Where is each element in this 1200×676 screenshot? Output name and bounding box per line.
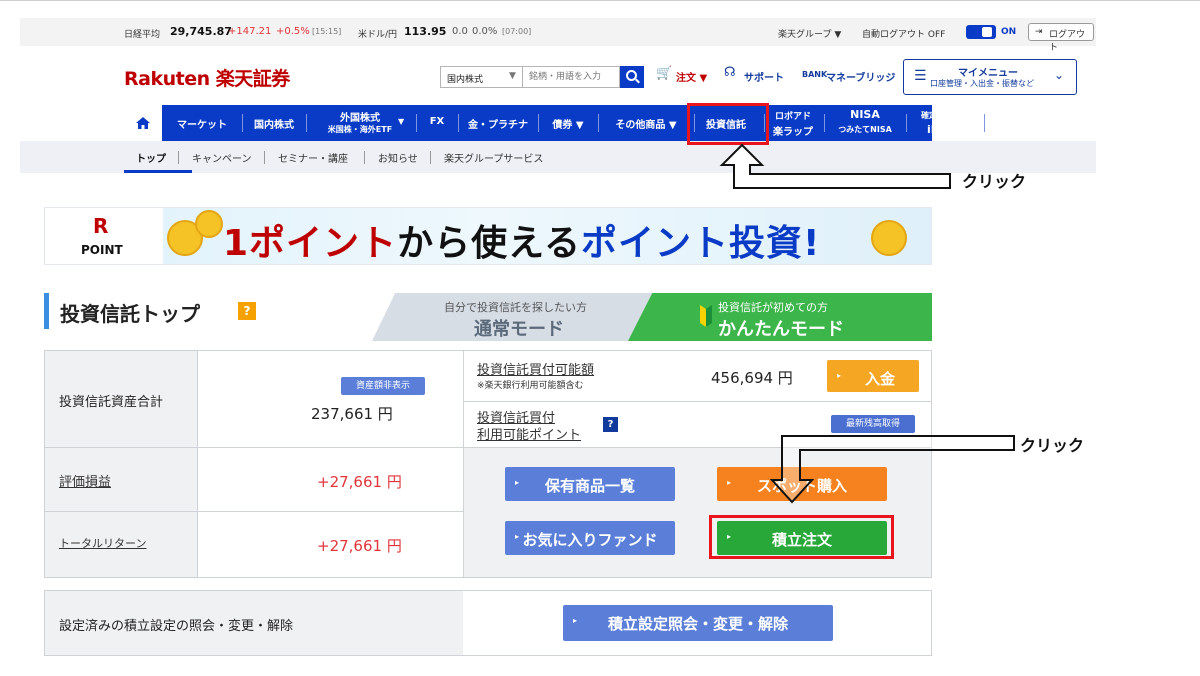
nav-gold-platinum[interactable]: 金・プラチナ xyxy=(462,105,534,141)
asset-total-label: 投資信託資産合計 xyxy=(59,395,164,410)
support-icon: ☊ xyxy=(724,65,736,80)
nav-market[interactable]: マーケット xyxy=(166,105,238,141)
nav-ideco[interactable]: 確定拠出年金 iDeCo xyxy=(908,105,982,141)
normal-mode-tab[interactable]: 自分で投資信託を探したい方 通常モード xyxy=(372,293,662,341)
tsumitate-settings-button[interactable]: ▸ 積立設定照会・変更・解除 xyxy=(563,605,833,641)
global-navigation: マーケット 国内株式 外国株式 米国株・海外ETF ▼ FX 金・プラチナ 債券… xyxy=(124,105,985,141)
chevron-down-icon: ▼ xyxy=(398,117,405,126)
page-title: 投資信託トップ xyxy=(60,302,200,326)
nav-fx[interactable]: FX xyxy=(420,105,454,141)
refresh-balance-button[interactable]: 最新残高取得 xyxy=(831,415,915,433)
usdjpy-time: [07:00] xyxy=(502,27,532,36)
rakuten-logo[interactable]: Rakuten 楽天証券 xyxy=(124,64,290,91)
nikkei-change: +147.21 xyxy=(228,26,272,37)
easy-mode-tab[interactable]: 投資信託が初めての方 かんたんモード xyxy=(628,293,932,341)
unrealized-pl-link[interactable]: 評価損益 xyxy=(59,471,111,490)
my-menu-subtitle: 口座管理・入出金・振替など xyxy=(930,79,1034,88)
beginner-leaf-icon xyxy=(700,305,712,327)
nav-bonds[interactable]: 債券 ▼ xyxy=(542,105,594,141)
total-return-value: +27,661 円 xyxy=(317,537,402,555)
title-accent-bar xyxy=(44,293,49,329)
market-ticker-bar: 日経平均 29,745.87 +147.21 +0.5% [15:15] 米ドル… xyxy=(20,18,1096,53)
logout-icon: ⇥ xyxy=(1035,27,1043,37)
my-menu-button[interactable]: ☰ マイメニュー 口座管理・入出金・振替など ⌄ xyxy=(903,59,1077,95)
logout-button[interactable]: ⇥ ログアウト xyxy=(1028,23,1094,53)
chevron-down-icon: ▼ xyxy=(509,71,516,81)
highlight-box-investment-trust xyxy=(687,103,769,145)
point-investment-banner[interactable]: R POINT 1ポイントから使えるポイント投資! xyxy=(44,207,932,265)
order-menu[interactable]: 注文 ▼ xyxy=(676,69,707,84)
search-input[interactable] xyxy=(522,66,620,88)
tsumitate-settings-row: 設定済みの積立設定の照会・変更・解除 ▸ 積立設定照会・変更・解除 xyxy=(44,590,932,656)
nikkei-label: 日経平均 xyxy=(124,30,161,40)
deposit-button[interactable]: ▸ 入金 xyxy=(827,360,919,392)
search-category-select[interactable]: 国内株式 ▼ xyxy=(440,66,522,88)
subnav-top[interactable]: トップ xyxy=(136,150,166,165)
banner-headline: 1ポイントから使えるポイント投資! xyxy=(223,223,821,264)
click-annotation-2: クリック xyxy=(1020,436,1085,455)
buyable-amount-label[interactable]: 投資信託買付可能額 xyxy=(477,359,594,378)
support-link[interactable]: サポート xyxy=(744,69,784,84)
nikkei-percent: +0.5% xyxy=(276,26,310,37)
chevron-down-icon: ⌄ xyxy=(1054,68,1065,82)
toggle-knob xyxy=(982,27,992,37)
menu-list-icon: ☰ xyxy=(914,68,927,84)
holdings-list-button[interactable]: ▸ 保有商品一覧 xyxy=(505,467,675,501)
nav-robo-advisor[interactable]: ロボアド 楽ラップ xyxy=(764,105,822,141)
tsumitate-settings-label: 設定済みの積立設定の照会・変更・解除 xyxy=(59,619,294,634)
bank-icon: BANK xyxy=(802,70,828,79)
sub-navigation: トップ キャンペーン セミナー・講座 お知らせ 楽天グループサービス xyxy=(20,141,1096,173)
favorite-funds-button[interactable]: ▸ お気に入りファンド xyxy=(505,521,675,555)
nav-other-products[interactable]: その他商品 ▼ xyxy=(602,105,690,141)
money-bridge-link[interactable]: マネーブリッジ xyxy=(826,69,895,84)
unrealized-pl-value: +27,661 円 xyxy=(317,473,402,491)
asset-total-value: 237,661 円 xyxy=(311,405,393,423)
highlight-box-tsumitate-order xyxy=(709,515,894,559)
top-border xyxy=(0,0,1200,1)
home-icon xyxy=(136,117,150,129)
subnav-seminar[interactable]: セミナー・講座 xyxy=(278,150,348,165)
usdjpy-value: 113.95 xyxy=(404,25,447,38)
points-label-line2[interactable]: 利用可能ポイント xyxy=(477,424,581,443)
coin-icon xyxy=(871,220,907,256)
points-help-icon[interactable]: ? xyxy=(603,417,618,432)
nav-foreign-stocks[interactable]: 外国株式 米国株・海外ETF xyxy=(310,105,410,141)
subnav-group-services[interactable]: 楽天グループサービス xyxy=(444,150,543,165)
auto-logout-toggle[interactable] xyxy=(966,25,996,39)
nikkei-time: [15:15] xyxy=(312,27,342,36)
my-menu-title: マイメニュー xyxy=(958,68,1018,79)
total-return-link[interactable]: トータルリターン xyxy=(59,535,146,551)
rakuten-group-menu[interactable]: 楽天グループ ▼ xyxy=(778,27,841,40)
logout-label: ログアウト xyxy=(1049,30,1086,53)
coin-icon xyxy=(195,210,223,238)
search-category-value: 国内株式 xyxy=(447,75,484,85)
nav-nisa[interactable]: NISA つみたてNISA xyxy=(826,105,904,141)
help-icon[interactable]: ? xyxy=(238,302,256,320)
click-annotation-1: クリック xyxy=(962,172,1027,191)
spot-purchase-button[interactable]: ▸ スポット購入 xyxy=(717,467,887,501)
subnav-campaign[interactable]: キャンペーン xyxy=(192,150,252,165)
buyable-amount-value: 456,694 円 xyxy=(711,369,793,387)
usdjpy-label: 米ドル/円 xyxy=(358,30,398,40)
buyable-amount-note: ※楽天銀行利用可能額含む xyxy=(477,381,584,391)
cart-icon: 🛒 xyxy=(656,66,673,81)
rakuten-point-logo: R POINT xyxy=(45,208,163,264)
hide-assets-button[interactable]: 資産額非表示 xyxy=(341,377,425,395)
usdjpy-change: 0.0 xyxy=(452,26,468,37)
active-tab-indicator xyxy=(124,170,192,173)
toggle-on-label: ON xyxy=(1001,27,1017,37)
nav-domestic-stocks[interactable]: 国内株式 xyxy=(246,105,302,141)
usdjpy-percent: 0.0% xyxy=(472,26,498,37)
nikkei-value: 29,745.87 xyxy=(170,25,232,38)
search-button[interactable] xyxy=(620,66,644,88)
nav-home-tab[interactable] xyxy=(124,105,162,141)
subnav-news[interactable]: お知らせ xyxy=(378,150,418,165)
auto-logout-label: 自動ログアウト OFF xyxy=(862,30,946,40)
